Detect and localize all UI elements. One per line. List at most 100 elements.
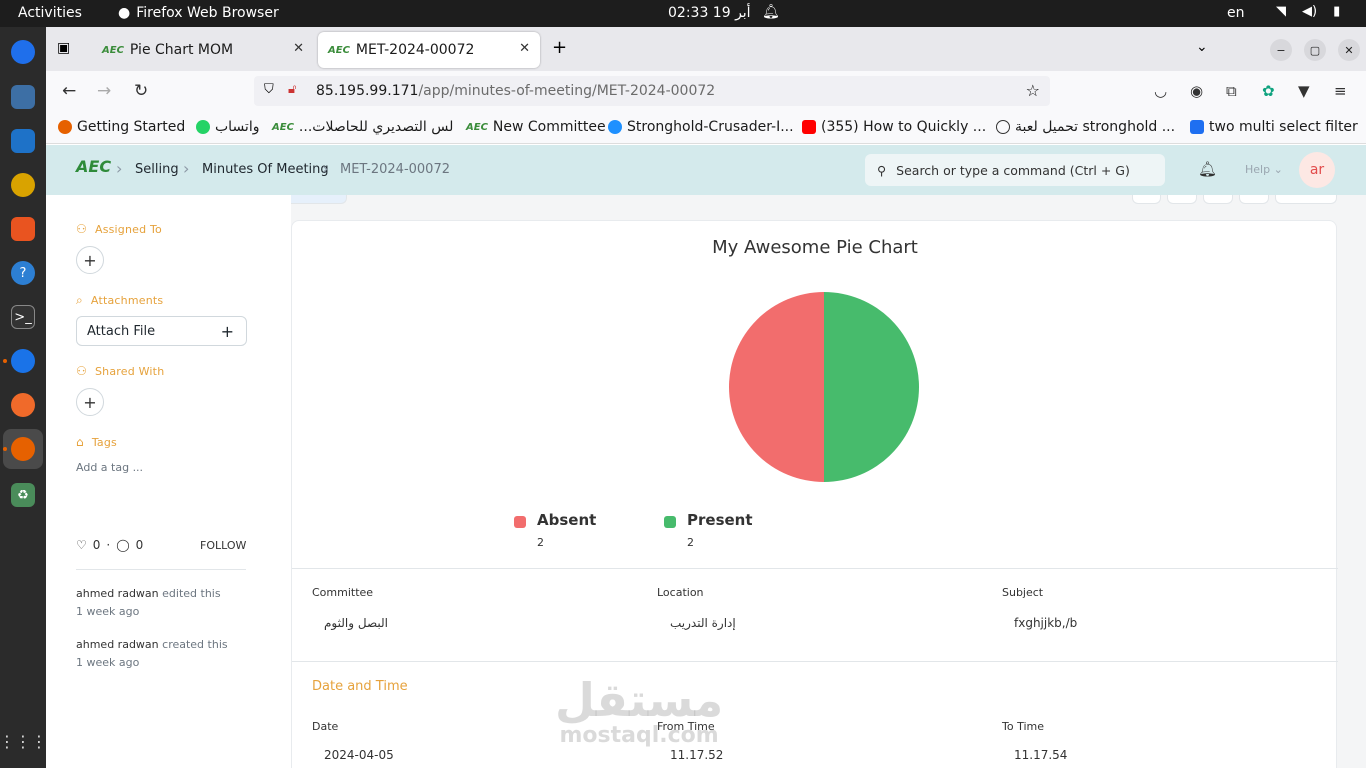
help-icon[interactable]: ? [11, 261, 35, 285]
os-top-bar: Activities ● Firefox Web Browser 02:33 1… [0, 0, 1366, 27]
terminal-icon[interactable]: >_ [11, 305, 35, 329]
add-tag-input[interactable]: Add a tag ... [76, 461, 143, 474]
toolbar-button[interactable] [1132, 195, 1161, 204]
plus-icon: + [220, 322, 234, 341]
back-icon[interactable]: ← [62, 81, 76, 101]
close-tab-icon[interactable]: ✕ [293, 41, 304, 56]
list-tabs-icon[interactable]: ⌄ [1196, 39, 1208, 55]
minimize-button[interactable]: − [1270, 39, 1292, 61]
search-placeholder: Search or type a command (Ctrl + G) [896, 162, 1130, 178]
committee-value[interactable]: البصل والثوم [324, 616, 388, 630]
to-time-label: To Time [1002, 720, 1044, 733]
follow-button[interactable]: FOLLOW [200, 539, 246, 552]
tab-met-2024-00072[interactable]: AEC MET-2024-00072 ✕ [318, 32, 540, 68]
firefox-dock-icon[interactable] [11, 437, 35, 461]
date-value[interactable]: 2024-04-05 [324, 748, 394, 762]
system-tray[interactable]: ◥ ◀) ▮ [1276, 4, 1340, 19]
shield-icon[interactable]: ⛉ [264, 82, 274, 97]
add-share-button[interactable]: + [76, 388, 104, 416]
activity-user[interactable]: ahmed radwan [76, 638, 159, 651]
search-bar[interactable]: ⚲ Search or type a command (Ctrl + G) [865, 154, 1165, 186]
tab-pie-chart-mom[interactable]: AEC Pie Chart MOM ✕ [92, 32, 314, 68]
attach-file-button[interactable]: Attach File + [76, 316, 247, 346]
close-tab-icon[interactable]: ✕ [519, 41, 530, 56]
add-assignee-button[interactable]: + [76, 246, 104, 274]
clock[interactable]: 02:33 19 أبر [668, 5, 751, 21]
activity-action: created this [162, 638, 228, 651]
extensions-icon[interactable]: ⧉ [1226, 82, 1237, 100]
menu-icon[interactable]: ≡ [1334, 82, 1347, 100]
bookmark-stronghold-crusader[interactable]: Stronghold-Crusader-I... [608, 119, 794, 135]
help-dropdown[interactable]: Help ⌄ [1245, 163, 1283, 176]
breadcrumb-current[interactable]: MET-2024-00072 [340, 162, 450, 177]
breadcrumb-minutes-of-meeting[interactable]: Minutes Of Meeting [202, 162, 329, 177]
editor-icon[interactable] [11, 393, 35, 417]
bookmark-star-icon[interactable]: ☆ [1026, 81, 1040, 100]
toolbar-button[interactable] [1275, 195, 1337, 204]
software-center-icon[interactable] [11, 217, 35, 241]
account-icon[interactable]: ◉ [1190, 82, 1203, 100]
files-icon[interactable] [11, 85, 35, 109]
bookmark-export-council[interactable]: AEC ...لس التصديري للحاصلات [272, 119, 453, 135]
app-navbar: AEC › Selling › Minutes Of Meeting › MET… [46, 145, 1366, 195]
watermark-url: mostaql.com [559, 723, 719, 748]
vue-extension-icon[interactable]: ▼ [1298, 82, 1310, 100]
forward-icon[interactable]: → [97, 81, 111, 101]
toolbar-button[interactable] [1203, 195, 1233, 204]
show-apps-icon[interactable]: ⋮⋮⋮ [0, 729, 47, 753]
input-language[interactable]: en [1227, 5, 1245, 21]
bookmark-stronghold-download[interactable]: تحميل لعبة stronghold ... [996, 119, 1175, 135]
bookmark-label: Stronghold-Crusader-I... [627, 119, 794, 135]
chatgpt-extension-icon[interactable]: ✿ [1262, 82, 1275, 100]
watermark-logo-text: مستقل [555, 673, 724, 727]
insecure-lock-icon[interactable]: 🔓︎ [288, 82, 296, 97]
breadcrumb-selling[interactable]: Selling [135, 162, 179, 177]
pie-slice-absent[interactable] [729, 292, 824, 482]
thunderbird-icon[interactable] [11, 40, 35, 64]
assigned-to-label: ⚇ Assigned To [76, 222, 162, 236]
shared-with-label: ⚇ Shared With [76, 364, 164, 378]
rhythmbox-icon[interactable] [11, 173, 35, 197]
maximize-button[interactable]: ▢ [1304, 39, 1326, 61]
trash-icon[interactable]: ♻ [11, 483, 35, 507]
writer-icon[interactable] [11, 129, 35, 153]
activity-user[interactable]: ahmed radwan [76, 587, 159, 600]
notification-bell-icon[interactable]: 🔔︎ [762, 4, 780, 20]
location-value[interactable]: إدارة التدريب [670, 616, 736, 630]
tags-label: ⌂ Tags [76, 435, 117, 449]
activities-button[interactable]: Activities [18, 5, 82, 21]
reload-icon[interactable]: ↻ [134, 81, 148, 101]
close-window-button[interactable]: ✕ [1338, 39, 1360, 61]
chromium-icon[interactable] [11, 349, 35, 373]
comment-icon[interactable]: ◯ [116, 538, 129, 552]
active-app-menu[interactable]: ● Firefox Web Browser [118, 5, 279, 21]
bookmark-new-committee[interactable]: AEC New Committee [466, 119, 606, 135]
aec-favicon-icon: AEC [272, 121, 294, 133]
to-time-value[interactable]: 11.17.54 [1014, 748, 1067, 762]
bookmark-multi-select[interactable]: two multi select filter [1190, 119, 1358, 135]
heart-icon[interactable]: ♡ [76, 538, 87, 552]
bookmark-getting-started[interactable]: Getting Started [58, 119, 185, 135]
tab-overview-icon[interactable]: ▣ [57, 40, 70, 56]
app-logo[interactable]: AEC [76, 157, 111, 176]
nav-bar: ← → ↻ ⛉ 🔓︎ 85.195.99.171/app/minutes-of-… [46, 71, 1366, 111]
new-tab-button[interactable]: + [552, 37, 567, 58]
subject-value[interactable]: fxghjjkb,/b [1014, 616, 1077, 630]
legend-swatch [514, 516, 526, 528]
toolbar-button[interactable] [1167, 195, 1197, 204]
pocket-icon[interactable]: ◡ [1154, 82, 1167, 100]
pie-chart [729, 292, 919, 482]
tag-icon: ⌂ [76, 435, 84, 449]
tags-text: Tags [91, 435, 117, 449]
toolbar-button[interactable] [1239, 195, 1269, 204]
url-bar[interactable]: ⛉ 🔓︎ 85.195.99.171/app/minutes-of-meetin… [254, 76, 1050, 106]
attach-file-label: Attach File [87, 323, 156, 339]
notifications-icon[interactable]: 🔔︎ [1198, 160, 1217, 178]
user-avatar[interactable]: ar [1299, 152, 1335, 188]
pie-slice-present[interactable] [824, 292, 919, 482]
from-time-value[interactable]: 11.17.52 [670, 748, 723, 762]
attachments-label: ⌕ Attachments [76, 293, 163, 308]
bookmark-whatsapp[interactable]: واتساب [196, 119, 259, 135]
bookmark-youtube[interactable]: (355) How to Quickly ... [802, 119, 986, 135]
section-title-date-time[interactable]: Date and Time [312, 679, 408, 694]
